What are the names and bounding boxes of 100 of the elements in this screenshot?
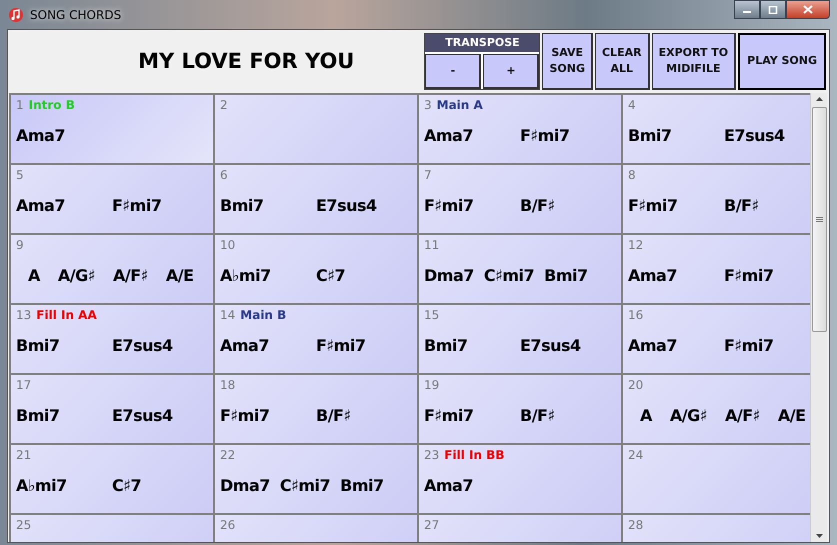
- bar-cell[interactable]: 18 F♯mi7 B/F♯: [215, 375, 417, 443]
- bar-number: 25: [16, 518, 32, 532]
- chord-symbol: Dma7: [220, 476, 270, 494]
- bar-cell[interactable]: 8 F♯mi7 B/F♯: [623, 165, 810, 233]
- section-label: Fill In AA: [36, 308, 97, 322]
- chord-symbol: Bmi7: [16, 336, 60, 354]
- music-note-icon: [8, 6, 24, 22]
- scroll-up-icon: [816, 97, 822, 101]
- section-label: Fill In BB: [444, 448, 504, 462]
- bar-cell[interactable]: 22 Dma7 C♯mi7 Bmi7: [215, 445, 417, 513]
- chord-symbol: B/F♯: [520, 196, 556, 214]
- bar-cell[interactable]: 15 Bmi7 E7sus4: [419, 305, 621, 373]
- chord-symbol: E7sus4: [316, 196, 378, 214]
- chord-symbol: Ama7: [628, 266, 678, 284]
- chord-symbol: A/E: [778, 406, 806, 424]
- bar-cell[interactable]: 19 F♯mi7 B/F♯: [419, 375, 621, 443]
- bar-number: 17: [16, 378, 32, 392]
- bar-cell[interactable]: 3 Main A Ama7 F♯mi7: [419, 95, 621, 163]
- action-button[interactable]: CLEAR ALL: [594, 32, 650, 90]
- chord-symbol: B/F♯: [724, 196, 760, 214]
- section-label: Main A: [436, 98, 483, 112]
- chord-symbol: C♯7: [112, 476, 142, 494]
- bar-cell[interactable]: 4 Bmi7 E7sus4: [623, 95, 810, 163]
- chord-symbol: B/F♯: [316, 406, 352, 424]
- chord-symbol: F♯mi7: [628, 196, 678, 214]
- bar-number: 22: [220, 448, 236, 462]
- action-button[interactable]: EXPORT TO MIDIFILE: [652, 32, 736, 90]
- chord-symbol: Bmi7: [220, 196, 264, 214]
- chord-symbol: F♯mi7: [724, 266, 774, 284]
- chord-symbol: Bmi7: [340, 476, 384, 494]
- bar-cell[interactable]: 23 Fill In BB Ama7: [419, 445, 621, 513]
- chord-symbol: A/G♯: [58, 266, 95, 284]
- window-title: SONG CHORDS: [30, 8, 122, 22]
- chord-symbol: E7sus4: [724, 126, 786, 144]
- close-button[interactable]: [786, 0, 830, 19]
- bar-number: 8: [628, 168, 636, 182]
- section-label: Intro B: [28, 98, 75, 112]
- chord-symbol: C♯mi7: [484, 266, 534, 284]
- chord-symbol: Bmi7: [424, 336, 468, 354]
- scroll-thumb[interactable]: [812, 107, 826, 332]
- chord-symbol: F♯mi7: [424, 196, 474, 214]
- bar-number: 14: [220, 308, 236, 322]
- bar-cell[interactable]: 5 Ama7 F♯mi7: [11, 165, 213, 233]
- chord-symbol: E7sus4: [112, 336, 174, 354]
- bar-number: 19: [424, 378, 440, 392]
- bar-cell[interactable]: 16 Ama7 F♯mi7: [623, 305, 810, 373]
- bar-cell[interactable]: 14 Main B Ama7 F♯mi7: [215, 305, 417, 373]
- chord-symbol: Ama7: [16, 126, 65, 144]
- bar-cell[interactable]: 20 A A/G♯ A/F♯ A/E: [623, 375, 810, 443]
- bar-number: 13: [16, 308, 32, 322]
- chord-symbol: A/F♯: [725, 406, 760, 424]
- bar-number: 4: [628, 98, 636, 112]
- bar-number: 26: [220, 518, 236, 532]
- bar-cell[interactable]: 9 A A/G♯ A/F♯ A/E: [11, 235, 213, 303]
- chord-symbol: Dma7: [424, 266, 474, 284]
- bar-number: 18: [220, 378, 236, 392]
- bar-cell[interactable]: 10 A♭mi7 C♯7: [215, 235, 417, 303]
- bar-cell[interactable]: 21 A♭mi7 C♯7: [11, 445, 213, 513]
- bar-number: 2: [220, 98, 228, 112]
- chord-symbol: Bmi7: [628, 126, 672, 144]
- action-button[interactable]: PLAY SONG: [738, 32, 826, 90]
- transpose-button[interactable]: +: [483, 54, 540, 88]
- chord-symbol: E7sus4: [520, 336, 582, 354]
- bar-number: 1: [16, 98, 24, 112]
- bar-cell[interactable]: 12 Ama7 F♯mi7: [623, 235, 810, 303]
- bar-number: 24: [628, 448, 644, 462]
- bar-number: 9: [16, 238, 24, 252]
- minimize-button[interactable]: [734, 0, 760, 19]
- bar-cell[interactable]: 11 Dma7 C♯mi7 Bmi7: [419, 235, 621, 303]
- bar-cell[interactable]: 13 Fill In AA Bmi7 E7sus4: [11, 305, 213, 373]
- chord-symbol: F♯mi7: [112, 196, 162, 214]
- bar-number: 6: [220, 168, 228, 182]
- bar-number: 20: [628, 378, 644, 392]
- scrollbar[interactable]: [810, 93, 827, 542]
- song-title: MY LOVE FOR YOU: [137, 49, 356, 73]
- bar-number: 11: [424, 238, 440, 252]
- bar-cell[interactable]: 17 Bmi7 E7sus4: [11, 375, 213, 443]
- transpose-label: TRANSPOSE: [425, 34, 540, 52]
- bar-number: 15: [424, 308, 440, 322]
- chord-symbol: F♯mi7: [520, 126, 570, 144]
- chord-symbol: A/G♯: [670, 406, 707, 424]
- chord-symbol: C♯mi7: [280, 476, 330, 494]
- transpose-button[interactable]: -: [425, 54, 482, 88]
- chord-symbol: A♭mi7: [16, 476, 68, 494]
- chord-symbol: E7sus4: [112, 406, 174, 424]
- chord-symbol: A: [28, 266, 40, 284]
- chord-symbol: A: [640, 406, 652, 424]
- chord-symbol: Bmi7: [544, 266, 588, 284]
- bar-cell[interactable]: 1 Intro B Ama7: [11, 95, 213, 163]
- bar-number: 23: [424, 448, 440, 462]
- chord-symbol: Ama7: [628, 336, 678, 354]
- scroll-down-icon: [816, 534, 822, 538]
- bar-number: 21: [16, 448, 32, 462]
- maximize-button[interactable]: [760, 0, 786, 19]
- bar-number: 16: [628, 308, 644, 322]
- action-button[interactable]: SAVE SONG: [542, 32, 593, 90]
- chord-symbol: Ama7: [220, 336, 270, 354]
- bar-cell[interactable]: 6 Bmi7 E7sus4: [215, 165, 417, 233]
- chord-symbol: F♯mi7: [316, 336, 366, 354]
- bar-cell[interactable]: 7 F♯mi7 B/F♯: [419, 165, 621, 233]
